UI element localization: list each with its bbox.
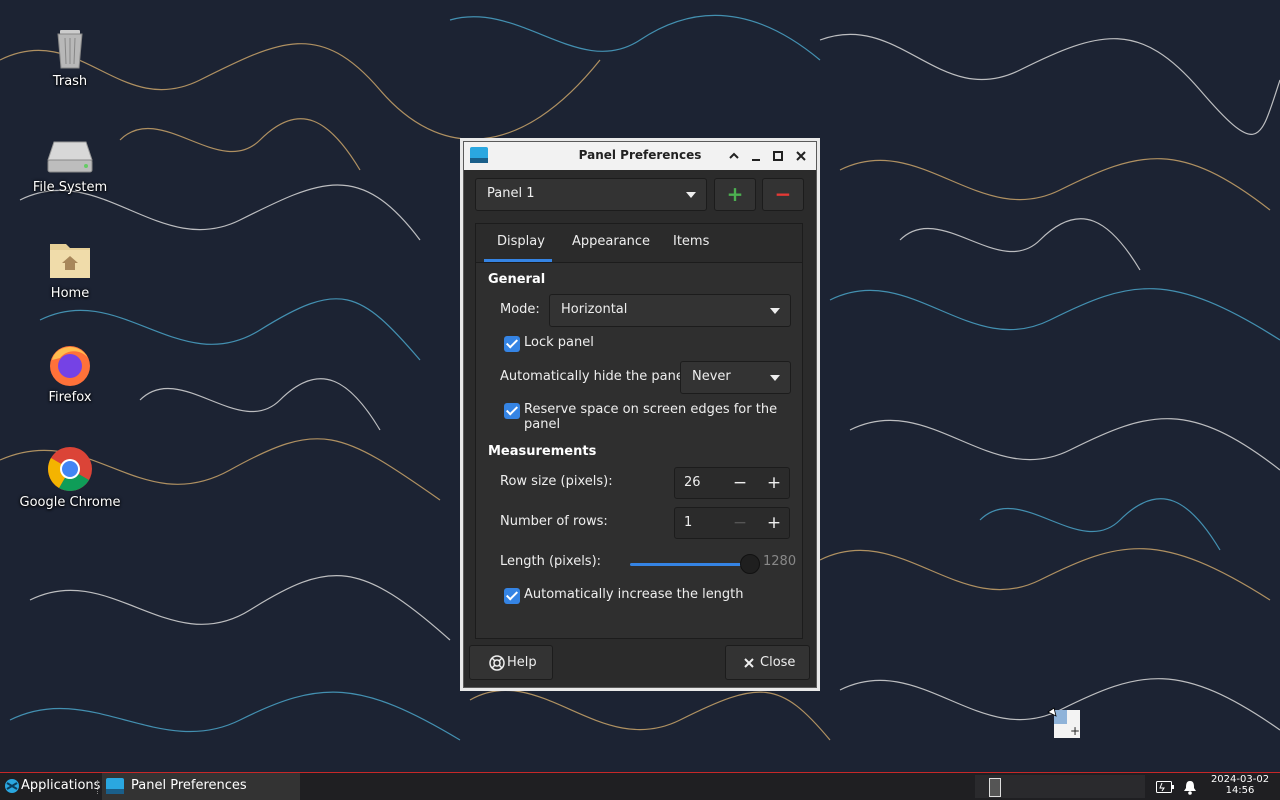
desktop-icon-label: Home bbox=[50, 286, 90, 301]
task-label: Panel Preferences bbox=[131, 778, 247, 793]
tab-appearance[interactable]: Appearance bbox=[572, 234, 650, 249]
autohide-label: Automatically hide the panel: bbox=[500, 369, 692, 384]
desktop-icon-trash[interactable]: Trash bbox=[10, 24, 130, 89]
rows-value[interactable]: 1 bbox=[684, 515, 692, 530]
chevron-down-icon bbox=[770, 308, 780, 314]
tab-display[interactable]: Display bbox=[497, 234, 545, 249]
row-size-label: Row size (pixels): bbox=[500, 474, 613, 489]
panel-select[interactable]: Panel 1 bbox=[475, 178, 707, 211]
maximize-button[interactable] bbox=[768, 146, 788, 166]
workspace-1[interactable] bbox=[989, 778, 1001, 797]
drive-icon bbox=[46, 130, 94, 178]
panel-preferences-window: Panel Preferences Panel 1 + − Display Ap… bbox=[463, 141, 817, 688]
applications-menu-button[interactable]: Applications bbox=[3, 773, 101, 800]
taskbar-separator bbox=[97, 780, 100, 794]
rows-label: Number of rows: bbox=[500, 514, 608, 529]
length-slider-track[interactable] bbox=[630, 563, 750, 566]
desktop-icon-home[interactable]: Home bbox=[10, 236, 130, 301]
rows-spinner[interactable]: 1 − + bbox=[674, 507, 790, 539]
mode-label: Mode: bbox=[500, 302, 540, 317]
help-button[interactable]: Help bbox=[469, 645, 553, 680]
add-panel-button[interactable]: + bbox=[714, 178, 756, 211]
remove-panel-button[interactable]: − bbox=[762, 178, 804, 211]
active-tab-indicator bbox=[484, 259, 552, 262]
clock[interactable]: 2024-03-02 14:56 bbox=[1207, 774, 1273, 796]
length-value: 1280 bbox=[763, 554, 797, 569]
desktop-icon-label: Google Chrome bbox=[19, 495, 121, 510]
svg-text:+: + bbox=[1070, 724, 1080, 738]
minimize-button[interactable] bbox=[746, 146, 766, 166]
decrement-icon[interactable]: − bbox=[729, 472, 751, 494]
desktop-icon-chrome[interactable]: Google Chrome bbox=[10, 445, 130, 510]
chrome-icon bbox=[46, 445, 94, 493]
auto-increase-checkbox[interactable] bbox=[504, 588, 520, 604]
workspace-switcher[interactable] bbox=[975, 775, 1145, 798]
lock-panel-label[interactable]: Lock panel bbox=[524, 335, 594, 350]
chevron-down-icon bbox=[770, 375, 780, 381]
desktop-icon-label: Trash bbox=[52, 74, 88, 89]
desktop-icon-firefox[interactable]: Firefox bbox=[10, 340, 130, 405]
applications-label: Applications bbox=[21, 778, 101, 793]
tab-items[interactable]: Items bbox=[673, 234, 709, 249]
general-heading: General bbox=[488, 272, 546, 287]
trash-icon bbox=[46, 24, 94, 72]
preferences-notebook: Display Appearance Items General Mode: H… bbox=[475, 223, 803, 639]
chevron-down-icon bbox=[686, 192, 696, 198]
xfce-logo-icon bbox=[4, 778, 20, 798]
auto-increase-label[interactable]: Automatically increase the length bbox=[524, 587, 744, 602]
reserve-space-checkbox[interactable] bbox=[504, 403, 520, 419]
help-button-label: Help bbox=[507, 655, 537, 670]
autohide-select[interactable]: Never bbox=[680, 361, 791, 394]
shade-button[interactable] bbox=[724, 146, 744, 166]
panel-app-icon bbox=[106, 778, 124, 798]
increment-icon[interactable]: + bbox=[763, 512, 785, 534]
increment-icon[interactable]: + bbox=[763, 472, 785, 494]
close-button-label: Close bbox=[760, 655, 796, 670]
close-window-button[interactable] bbox=[791, 146, 811, 166]
desktop-icon-label: Firefox bbox=[48, 390, 92, 405]
notification-bell-icon[interactable] bbox=[1183, 780, 1197, 799]
mode-select-value: Horizontal bbox=[561, 302, 628, 317]
desktop-icon-file-system[interactable]: File System bbox=[10, 130, 130, 195]
reserve-space-label[interactable]: Reserve space on screen edges for the pa… bbox=[524, 402, 802, 432]
tab-bar: Display Appearance Items bbox=[476, 224, 802, 263]
desktop-icon-label: File System bbox=[32, 180, 108, 195]
firefox-icon bbox=[46, 340, 94, 388]
task-panel-preferences[interactable]: Panel Preferences bbox=[102, 773, 300, 800]
panel-select-value: Panel 1 bbox=[487, 186, 535, 201]
taskbar: Applications Panel Preferences 2024-03-0… bbox=[0, 772, 1280, 800]
length-label: Length (pixels): bbox=[500, 554, 602, 569]
autohide-select-value: Never bbox=[692, 369, 731, 384]
window-titlebar[interactable]: Panel Preferences bbox=[464, 142, 816, 170]
help-icon bbox=[489, 655, 505, 675]
clock-date: 2024-03-02 bbox=[1210, 774, 1270, 785]
drag-cursor-icon: + bbox=[1046, 706, 1082, 740]
lock-panel-checkbox[interactable] bbox=[504, 336, 520, 352]
row-size-spinner[interactable]: 26 − + bbox=[674, 467, 790, 499]
close-icon bbox=[743, 657, 755, 673]
battery-icon[interactable] bbox=[1156, 781, 1174, 797]
home-folder-icon bbox=[46, 236, 94, 284]
decrement-icon: − bbox=[732, 513, 748, 533]
length-slider-handle[interactable] bbox=[740, 554, 760, 574]
row-size-value[interactable]: 26 bbox=[684, 475, 701, 490]
measurements-heading: Measurements bbox=[488, 444, 597, 459]
clock-time: 14:56 bbox=[1225, 785, 1255, 796]
close-button[interactable]: Close bbox=[725, 645, 810, 680]
mode-select[interactable]: Horizontal bbox=[549, 294, 791, 327]
